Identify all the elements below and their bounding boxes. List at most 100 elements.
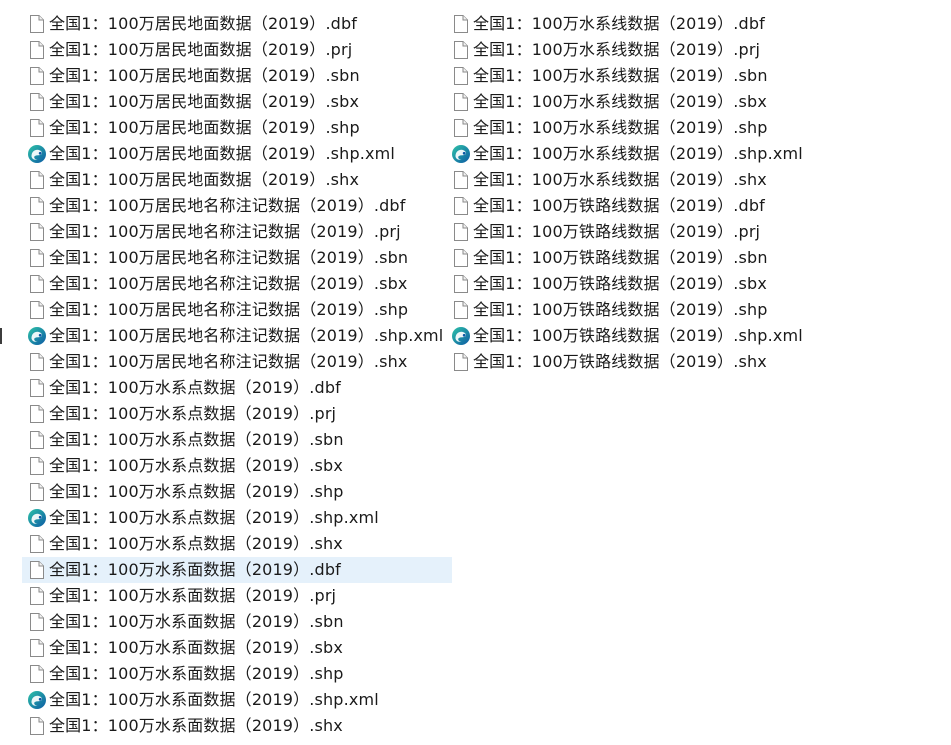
file-item[interactable]: 全国1：100万铁路线数据（2019）.shx — [446, 349, 876, 375]
file-item[interactable]: 全国1：100万铁路线数据（2019）.prj — [446, 219, 876, 245]
file-item-selected[interactable]: 全国1：100万水系面数据（2019）.dbf — [22, 557, 452, 583]
file-name: 全国1：100万居民地面数据（2019）.prj — [49, 40, 353, 59]
file-item[interactable]: 全国1：100万水系点数据（2019）.shp.xml — [22, 505, 452, 531]
file-icon — [451, 221, 471, 243]
file-item[interactable]: 全国1：100万居民地名称注记数据（2019）.sbn — [22, 245, 452, 271]
file-name: 全国1：100万铁路线数据（2019）.sbn — [473, 248, 768, 267]
file-name: 全国1：100万水系面数据（2019）.sbn — [49, 612, 344, 631]
file-name: 全国1：100万水系点数据（2019）.sbn — [49, 430, 344, 449]
file-item[interactable]: 全国1：100万水系点数据（2019）.sbn — [22, 427, 452, 453]
file-name: 全国1：100万水系面数据（2019）.sbx — [49, 638, 343, 657]
file-name: 全国1：100万水系线数据（2019）.shx — [473, 170, 767, 189]
file-item[interactable]: 全国1：100万水系面数据（2019）.sbn — [22, 609, 452, 635]
file-item[interactable]: 全国1：100万居民地面数据（2019）.sbn — [22, 63, 452, 89]
file-item[interactable]: 全国1：100万水系线数据（2019）.shx — [446, 167, 876, 193]
file-icon — [27, 663, 47, 685]
file-icon — [451, 195, 471, 217]
file-name: 全国1：100万水系面数据（2019）.dbf — [49, 560, 341, 579]
file-item[interactable]: 全国1：100万水系面数据（2019）.shp.xml — [22, 687, 452, 713]
file-name: 全国1：100万水系点数据（2019）.dbf — [49, 378, 341, 397]
file-item[interactable]: 全国1：100万水系面数据（2019）.shx — [22, 713, 452, 739]
file-item[interactable]: 全国1：100万居民地面数据（2019）.dbf — [22, 11, 452, 37]
file-item[interactable]: 全国1：100万水系点数据（2019）.prj — [22, 401, 452, 427]
pane-edge-marker — [0, 328, 2, 344]
file-icon — [27, 39, 47, 61]
file-icon — [451, 299, 471, 321]
file-icon — [451, 91, 471, 113]
file-name: 全国1：100万铁路线数据（2019）.dbf — [473, 196, 765, 215]
file-icon — [451, 117, 471, 139]
file-item[interactable]: 全国1：100万居民地名称注记数据（2019）.shp — [22, 297, 452, 323]
file-item[interactable]: 全国1：100万水系线数据（2019）.sbn — [446, 63, 876, 89]
file-item[interactable]: 全国1：100万居民地面数据（2019）.shp — [22, 115, 452, 141]
file-name: 全国1：100万水系线数据（2019）.shp — [473, 118, 768, 137]
file-item[interactable]: 全国1：100万水系线数据（2019）.shp — [446, 115, 876, 141]
file-item[interactable]: 全国1：100万水系线数据（2019）.dbf — [446, 11, 876, 37]
file-item[interactable]: 全国1：100万水系面数据（2019）.shp — [22, 661, 452, 687]
file-icon — [27, 91, 47, 113]
file-icon — [27, 585, 47, 607]
file-name: 全国1：100万水系点数据（2019）.shp — [49, 482, 344, 501]
file-name: 全国1：100万铁路线数据（2019）.sbx — [473, 274, 767, 293]
file-name: 全国1：100万铁路线数据（2019）.shp.xml — [473, 326, 803, 345]
edge-icon — [451, 143, 471, 165]
file-item[interactable]: 全国1：100万居民地名称注记数据（2019）.dbf — [22, 193, 452, 219]
file-item[interactable]: 全国1：100万铁路线数据（2019）.sbx — [446, 271, 876, 297]
file-icon — [27, 247, 47, 269]
file-name: 全国1：100万水系面数据（2019）.shx — [49, 716, 343, 735]
file-icon — [27, 169, 47, 191]
file-name: 全国1：100万居民地名称注记数据（2019）.shx — [49, 352, 408, 371]
file-item[interactable]: 全国1：100万水系面数据（2019）.prj — [22, 583, 452, 609]
file-icon — [27, 117, 47, 139]
file-name: 全国1：100万居民地名称注记数据（2019）.prj — [49, 222, 401, 241]
file-item[interactable]: 全国1：100万居民地名称注记数据（2019）.prj — [22, 219, 452, 245]
file-name: 全国1：100万居民地面数据（2019）.shx — [49, 170, 360, 189]
file-name: 全国1：100万水系面数据（2019）.shp — [49, 664, 344, 683]
file-name: 全国1：100万水系线数据（2019）.shp.xml — [473, 144, 803, 163]
file-icon — [27, 559, 47, 581]
file-name: 全国1：100万水系点数据（2019）.shp.xml — [49, 508, 379, 527]
file-item[interactable]: 全国1：100万水系线数据（2019）.prj — [446, 37, 876, 63]
file-icon — [27, 637, 47, 659]
file-icon — [27, 715, 47, 737]
file-item[interactable]: 全国1：100万铁路线数据（2019）.shp — [446, 297, 876, 323]
file-icon — [27, 273, 47, 295]
file-item[interactable]: 全国1：100万铁路线数据（2019）.shp.xml — [446, 323, 876, 349]
file-icon — [27, 351, 47, 373]
file-item[interactable]: 全国1：100万居民地面数据（2019）.shp.xml — [22, 141, 452, 167]
file-icon — [27, 13, 47, 35]
file-icon — [27, 403, 47, 425]
file-name: 全国1：100万水系线数据（2019）.dbf — [473, 14, 765, 33]
file-item[interactable]: 全国1：100万水系点数据（2019）.shp — [22, 479, 452, 505]
file-item[interactable]: 全国1：100万居民地面数据（2019）.sbx — [22, 89, 452, 115]
file-name: 全国1：100万居民地面数据（2019）.sbx — [49, 92, 360, 111]
edge-icon — [27, 689, 47, 711]
file-item[interactable]: 全国1：100万水系面数据（2019）.sbx — [22, 635, 452, 661]
file-item[interactable]: 全国1：100万铁路线数据（2019）.dbf — [446, 193, 876, 219]
file-icon — [27, 429, 47, 451]
file-name: 全国1：100万水系线数据（2019）.sbn — [473, 66, 768, 85]
file-icon — [451, 351, 471, 373]
file-item[interactable]: 全国1：100万水系线数据（2019）.shp.xml — [446, 141, 876, 167]
file-name: 全国1：100万铁路线数据（2019）.shp — [473, 300, 768, 319]
file-icon — [27, 533, 47, 555]
file-name: 全国1：100万居民地面数据（2019）.shp.xml — [49, 144, 395, 163]
file-icon — [27, 195, 47, 217]
file-icon — [451, 65, 471, 87]
file-item[interactable]: 全国1：100万水系线数据（2019）.sbx — [446, 89, 876, 115]
file-name: 全国1：100万居民地名称注记数据（2019）.shp — [49, 300, 409, 319]
file-name: 全国1：100万水系面数据（2019）.shp.xml — [49, 690, 379, 709]
file-item[interactable]: 全国1：100万居民地面数据（2019）.prj — [22, 37, 452, 63]
file-icon — [451, 169, 471, 191]
file-item[interactable]: 全国1：100万居民地名称注记数据（2019）.sbx — [22, 271, 452, 297]
file-icon — [451, 39, 471, 61]
file-item[interactable]: 全国1：100万居民地名称注记数据（2019）.shx — [22, 349, 452, 375]
file-item[interactable]: 全国1：100万水系点数据（2019）.dbf — [22, 375, 452, 401]
file-item[interactable]: 全国1：100万居民地名称注记数据（2019）.shp.xml — [22, 323, 452, 349]
file-name: 全国1：100万居民地面数据（2019）.dbf — [49, 14, 358, 33]
file-item[interactable]: 全国1：100万水系点数据（2019）.shx — [22, 531, 452, 557]
file-item[interactable]: 全国1：100万水系点数据（2019）.sbx — [22, 453, 452, 479]
file-item[interactable]: 全国1：100万铁路线数据（2019）.sbn — [446, 245, 876, 271]
file-name: 全国1：100万居民地名称注记数据（2019）.dbf — [49, 196, 406, 215]
file-item[interactable]: 全国1：100万居民地面数据（2019）.shx — [22, 167, 452, 193]
